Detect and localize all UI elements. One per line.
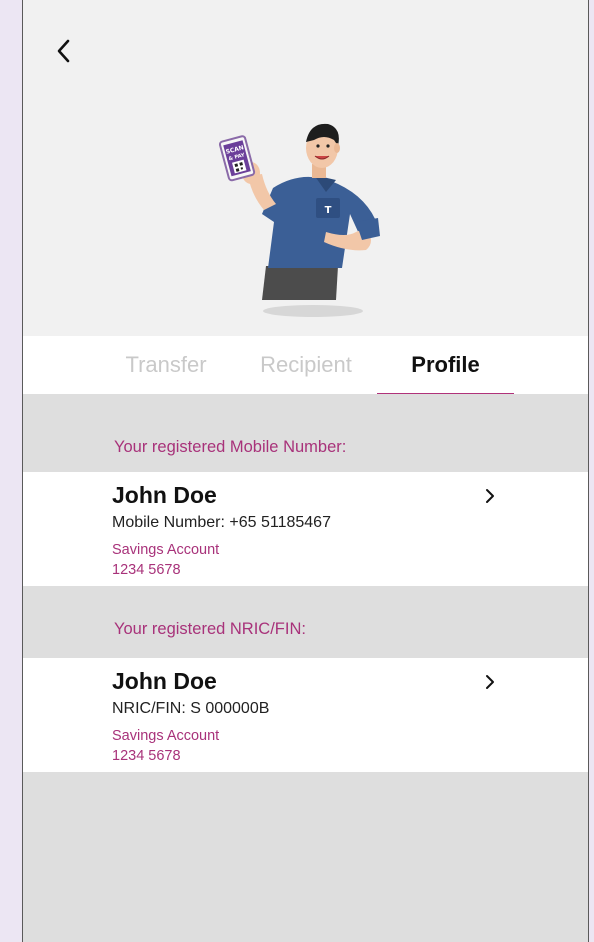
tab-bar: Transfer Recipient Profile (23, 336, 588, 396)
mobile-section-title: Your registered Mobile Number: (114, 438, 347, 456)
chevron-right-icon (486, 675, 494, 689)
man-with-phone-illustration: T SCAN & PAY (218, 123, 380, 317)
chevron-left-icon (57, 39, 70, 63)
nric-section-title: Your registered NRIC/FIN: (114, 620, 306, 638)
svg-text:T: T (325, 205, 332, 216)
account-number: 1234 5678 (112, 562, 181, 578)
mobile-section-header: Your registered Mobile Number: (23, 394, 588, 472)
hero-banner: T SCAN & PAY (23, 0, 588, 336)
mobile-profile-card[interactable]: John Doe Mobile Number: +65 51185467 Sav… (23, 472, 588, 586)
tab-transfer[interactable]: Transfer (111, 336, 221, 394)
account-number: 1234 5678 (112, 748, 181, 764)
back-button[interactable] (49, 34, 79, 68)
nric-profile-card[interactable]: John Doe NRIC/FIN: S 000000B Savings Acc… (23, 658, 588, 772)
tab-profile[interactable]: Profile (377, 336, 514, 394)
profile-name: John Doe (112, 482, 217, 508)
profile-name: John Doe (112, 668, 217, 694)
phone-frame: T SCAN & PAY Transfer Recipient Profile … (22, 0, 589, 942)
nric-number: NRIC/FIN: S 000000B (112, 700, 270, 717)
tab-recipient[interactable]: Recipient (251, 336, 361, 394)
account-type: Savings Account (112, 542, 220, 558)
chevron-right-icon (486, 489, 494, 503)
account-type: Savings Account (112, 728, 220, 744)
nric-section-header: Your registered NRIC/FIN: (23, 586, 588, 658)
mobile-number: Mobile Number: +65 51185467 (112, 514, 331, 531)
